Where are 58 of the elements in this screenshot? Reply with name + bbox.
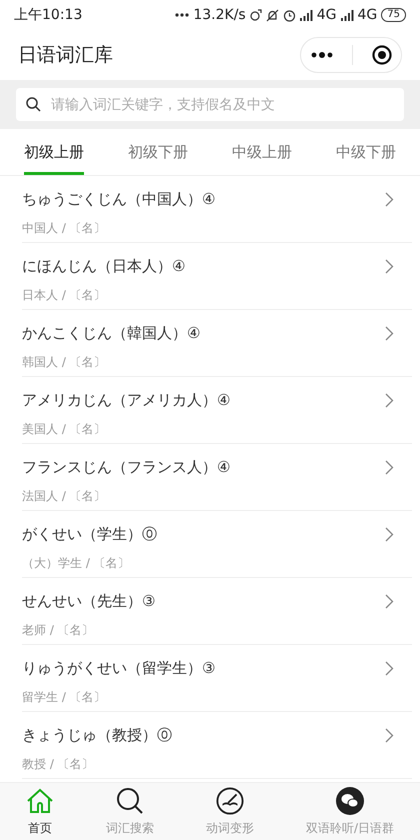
chevron-icon (385, 527, 394, 542)
chevron-icon (385, 192, 394, 207)
chevron-icon (385, 460, 394, 475)
word-meaning: 日本人 / 〔名〕 (22, 286, 107, 304)
battery-level: 75 (381, 8, 406, 22)
word-title: きょうじゅ（教授）⓪ (22, 725, 172, 746)
network-type: 4G (316, 6, 336, 24)
word-row[interactable]: かんこくじん（韓国人）④ 韩国人 / 〔名〕 (22, 310, 412, 377)
dots-icon (175, 13, 190, 17)
word-meaning: 韩国人 / 〔名〕 (22, 354, 107, 370)
chevron-icon (385, 728, 394, 743)
tab[interactable]: 中级上册 (232, 129, 292, 176)
word-title: ちゅうごくじん（中国人）④ (22, 189, 216, 210)
word-meaning: 美国人 / 〔名〕 (22, 420, 107, 438)
network-speed: 13.2K/s (193, 6, 246, 24)
word-row[interactable]: フランスじん（フランス人）④ 法国人 / 〔名〕 (22, 444, 412, 511)
app-title: 日语词汇库 (18, 42, 113, 68)
word-title: にほんじん（日本人）④ (22, 256, 186, 277)
alarm-icon (282, 8, 296, 22)
word-row[interactable]: せんせい（先生）③ 老师 / 〔名〕 (22, 578, 412, 645)
chevron-icon (385, 326, 394, 341)
word-title: がくせい（学生）⓪ (22, 524, 157, 545)
search-icon (26, 97, 41, 112)
chevron-icon (385, 393, 394, 408)
word-title: アメリカじん（アメリカ人）④ (22, 390, 230, 411)
word-title: りゅうがくせい（留学生）③ (22, 658, 216, 679)
mute-bell-icon (266, 8, 279, 22)
book-pen-icon (214, 787, 245, 815)
word-meaning: 法国人 / 〔名〕 (22, 488, 107, 504)
word-row[interactable]: きょうじゅ（教授）⓪ 教授 / 〔名〕 (22, 712, 412, 779)
word-meaning: （大）学生 / 〔名〕 (22, 554, 131, 572)
chevron-icon (385, 661, 394, 676)
tab[interactable]: 初级上册 (24, 129, 84, 176)
signal-icon (340, 10, 354, 20)
nav-tab[interactable]: 首页 (0, 783, 80, 840)
word-row[interactable]: ちゅうごくじん（中国人）④ 中国人 / 〔名〕 (22, 176, 412, 243)
word-meaning: 中国人 / 〔名〕 (22, 220, 107, 236)
signal-icon (300, 10, 313, 20)
home-icon (26, 787, 54, 815)
word-meaning: 老师 / 〔名〕 (22, 622, 95, 638)
chevron-icon (385, 259, 394, 274)
word-row[interactable]: りゅうがくせい（留学生）③ 留学生 / 〔名〕 (22, 645, 412, 712)
word-row[interactable]: がくせい（学生）⓪ （大）学生 / 〔名〕 (22, 511, 412, 578)
word-row[interactable]: にほんじん（日本人）④ 日本人 / 〔名〕 (22, 243, 412, 310)
chat-icon (336, 787, 364, 815)
word-meaning: 留学生 / 〔名〕 (22, 688, 107, 706)
search-icon (116, 787, 144, 815)
tab[interactable]: 初级下册 (128, 129, 188, 176)
network-type: 4G (358, 6, 378, 24)
word-title: フランスじん（フランス人）④ (22, 457, 230, 478)
tab[interactable]: 中级下册 (336, 129, 396, 176)
word-title: かんこくじん（韓国人）④ (22, 323, 200, 344)
word-title: せんせい（先生）③ (22, 591, 156, 612)
status-time: 上午10:13 (14, 6, 82, 24)
word-row[interactable]: アメリカじん（アメリカ人）④ 美国人 / 〔名〕 (22, 377, 412, 444)
more-icon[interactable] (310, 52, 332, 58)
word-meaning: 教授 / 〔名〕 (22, 756, 95, 772)
chevron-icon (385, 594, 394, 609)
